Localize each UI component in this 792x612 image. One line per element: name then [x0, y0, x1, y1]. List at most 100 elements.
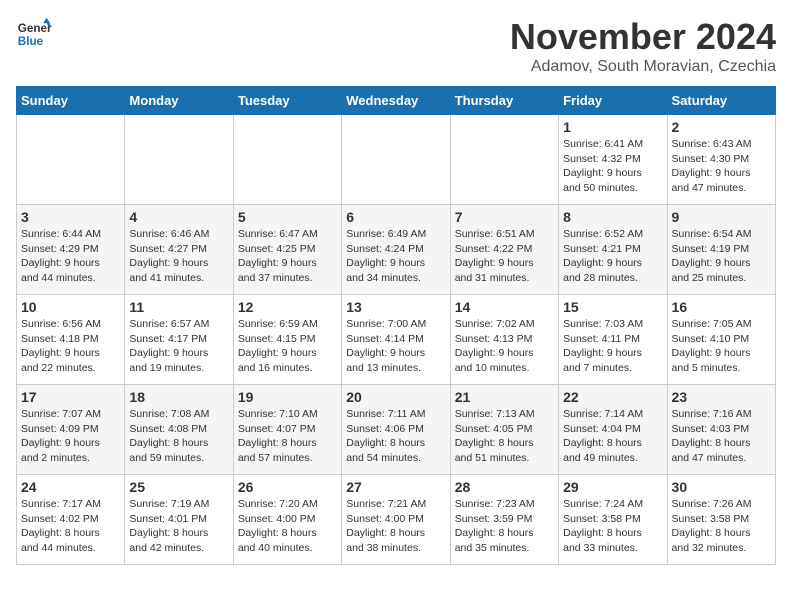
day-number: 9 — [672, 209, 771, 225]
day-info: Sunrise: 6:46 AM Sunset: 4:27 PM Dayligh… — [129, 227, 228, 286]
calendar-cell — [17, 115, 125, 205]
day-number: 15 — [563, 299, 662, 315]
day-number: 5 — [238, 209, 337, 225]
header: General Blue November 2024 Adamov, South… — [16, 16, 776, 76]
day-number: 28 — [455, 479, 554, 495]
calendar-cell: 10Sunrise: 6:56 AM Sunset: 4:18 PM Dayli… — [17, 295, 125, 385]
day-number: 12 — [238, 299, 337, 315]
day-number: 2 — [672, 119, 771, 135]
calendar-cell: 14 Sunrise: 7:02 AM Sunset: 4:13 PM Dayli… — [450, 295, 558, 385]
weekday-header: Saturday — [667, 87, 775, 115]
day-info: Sunrise: 7:00 AM Sunset: 4:14 PM Dayligh… — [346, 317, 445, 376]
svg-text:Blue: Blue — [18, 35, 44, 48]
calendar-cell — [450, 115, 558, 205]
calendar-cell: 12 Sunrise: 6:59 AM Sunset: 4:15 PM Dayli… — [233, 295, 341, 385]
day-number: 7 — [455, 209, 554, 225]
calendar-cell: 21 Sunrise: 7:13 AM Sunset: 4:05 PM Dayli… — [450, 385, 558, 475]
day-number: 8 — [563, 209, 662, 225]
day-info: Sunrise: 7:13 AM Sunset: 4:05 PM Dayligh… — [455, 407, 554, 466]
day-number: 21 — [455, 389, 554, 405]
calendar-cell: 1Sunrise: 6:41 AM Sunset: 4:32 PM Daylig… — [559, 115, 667, 205]
day-info: Sunrise: 7:17 AM Sunset: 4:02 PM Dayligh… — [21, 497, 120, 556]
calendar-cell: 29 Sunrise: 7:24 AM Sunset: 3:58 PM Dayli… — [559, 475, 667, 565]
weekday-header: Tuesday — [233, 87, 341, 115]
day-number: 29 — [563, 479, 662, 495]
calendar-cell — [233, 115, 341, 205]
calendar-cell: 11Sunrise: 6:57 AM Sunset: 4:17 PM Dayli… — [125, 295, 233, 385]
calendar-cell: 27 Sunrise: 7:21 AM Sunset: 4:00 PM Dayli… — [342, 475, 450, 565]
weekday-header-row: SundayMondayTuesdayWednesdayThursdayFrid… — [17, 87, 776, 115]
day-info: Sunrise: 6:51 AM Sunset: 4:22 PM Dayligh… — [455, 227, 554, 286]
calendar-cell: 25 Sunrise: 7:19 AM Sunset: 4:01 PM Dayli… — [125, 475, 233, 565]
calendar-cell: 30 Sunrise: 7:26 AM Sunset: 3:58 PM Dayli… — [667, 475, 775, 565]
day-info: Sunrise: 6:47 AM Sunset: 4:25 PM Dayligh… — [238, 227, 337, 286]
day-info: Sunrise: 6:43 AM Sunset: 4:30 PM Dayligh… — [672, 137, 771, 196]
calendar-cell: 7 Sunrise: 6:51 AM Sunset: 4:22 PM Daylig… — [450, 205, 558, 295]
calendar-cell: 18Sunrise: 7:08 AM Sunset: 4:08 PM Dayli… — [125, 385, 233, 475]
calendar-cell: 17 Sunrise: 7:07 AM Sunset: 4:09 PM Dayli… — [17, 385, 125, 475]
day-number: 17 — [21, 389, 120, 405]
location-title: Adamov, South Moravian, Czechia — [510, 58, 776, 76]
calendar-cell: 16 Sunrise: 7:05 AM Sunset: 4:10 PM Dayli… — [667, 295, 775, 385]
day-info: Sunrise: 7:24 AM Sunset: 3:58 PM Dayligh… — [563, 497, 662, 556]
logo-icon: General Blue — [16, 16, 52, 52]
day-info: Sunrise: 6:52 AM Sunset: 4:21 PM Dayligh… — [563, 227, 662, 286]
calendar-cell: 2 Sunrise: 6:43 AM Sunset: 4:30 PM Daylig… — [667, 115, 775, 205]
day-info: Sunrise: 7:14 AM Sunset: 4:04 PM Dayligh… — [563, 407, 662, 466]
day-number: 23 — [672, 389, 771, 405]
day-number: 16 — [672, 299, 771, 315]
day-number: 13 — [346, 299, 445, 315]
calendar-cell: 4 Sunrise: 6:46 AM Sunset: 4:27 PM Daylig… — [125, 205, 233, 295]
calendar-cell: 13 Sunrise: 7:00 AM Sunset: 4:14 PM Dayli… — [342, 295, 450, 385]
calendar-week-row: 17 Sunrise: 7:07 AM Sunset: 4:09 PM Dayli… — [17, 385, 776, 475]
day-info: Sunrise: 6:54 AM Sunset: 4:19 PM Dayligh… — [672, 227, 771, 286]
day-info: Sunrise: 7:07 AM Sunset: 4:09 PM Dayligh… — [21, 407, 120, 466]
day-number: 4 — [129, 209, 228, 225]
calendar-week-row: 24 Sunrise: 7:17 AM Sunset: 4:02 PM Dayli… — [17, 475, 776, 565]
calendar-cell: 9 Sunrise: 6:54 AM Sunset: 4:19 PM Daylig… — [667, 205, 775, 295]
day-number: 14 — [455, 299, 554, 315]
calendar-week-row: 10Sunrise: 6:56 AM Sunset: 4:18 PM Dayli… — [17, 295, 776, 385]
calendar-cell: 5 Sunrise: 6:47 AM Sunset: 4:25 PM Daylig… — [233, 205, 341, 295]
day-number: 3 — [21, 209, 120, 225]
calendar-week-row: 3Sunrise: 6:44 AM Sunset: 4:29 PM Daylig… — [17, 205, 776, 295]
day-info: Sunrise: 6:59 AM Sunset: 4:15 PM Dayligh… — [238, 317, 337, 376]
calendar-cell — [342, 115, 450, 205]
day-number: 19 — [238, 389, 337, 405]
calendar-cell — [125, 115, 233, 205]
day-info: Sunrise: 7:10 AM Sunset: 4:07 PM Dayligh… — [238, 407, 337, 466]
calendar-cell: 6Sunrise: 6:49 AM Sunset: 4:24 PM Daylig… — [342, 205, 450, 295]
day-number: 25 — [129, 479, 228, 495]
title-block: November 2024 Adamov, South Moravian, Cz… — [510, 16, 776, 76]
svg-text:General: General — [18, 22, 52, 35]
calendar-cell: 24 Sunrise: 7:17 AM Sunset: 4:02 PM Dayli… — [17, 475, 125, 565]
day-number: 20 — [346, 389, 445, 405]
day-number: 26 — [238, 479, 337, 495]
day-number: 24 — [21, 479, 120, 495]
calendar-cell: 26 Sunrise: 7:20 AM Sunset: 4:00 PM Dayli… — [233, 475, 341, 565]
day-number: 30 — [672, 479, 771, 495]
day-number: 10 — [21, 299, 120, 315]
calendar-cell: 20 Sunrise: 7:11 AM Sunset: 4:06 PM Dayli… — [342, 385, 450, 475]
day-info: Sunrise: 6:57 AM Sunset: 4:17 PM Dayligh… — [129, 317, 228, 376]
month-title: November 2024 — [510, 16, 776, 58]
day-info: Sunrise: 7:05 AM Sunset: 4:10 PM Dayligh… — [672, 317, 771, 376]
day-info: Sunrise: 7:02 AM Sunset: 4:13 PM Dayligh… — [455, 317, 554, 376]
weekday-header: Monday — [125, 87, 233, 115]
weekday-header: Sunday — [17, 87, 125, 115]
day-info: Sunrise: 7:19 AM Sunset: 4:01 PM Dayligh… — [129, 497, 228, 556]
weekday-header: Wednesday — [342, 87, 450, 115]
day-number: 27 — [346, 479, 445, 495]
day-info: Sunrise: 7:20 AM Sunset: 4:00 PM Dayligh… — [238, 497, 337, 556]
weekday-header: Friday — [559, 87, 667, 115]
day-number: 22 — [563, 389, 662, 405]
calendar-cell: 8 Sunrise: 6:52 AM Sunset: 4:21 PM Daylig… — [559, 205, 667, 295]
logo: General Blue — [16, 16, 52, 52]
calendar-cell: 28Sunrise: 7:23 AM Sunset: 3:59 PM Dayli… — [450, 475, 558, 565]
day-info: Sunrise: 7:21 AM Sunset: 4:00 PM Dayligh… — [346, 497, 445, 556]
day-info: Sunrise: 7:03 AM Sunset: 4:11 PM Dayligh… — [563, 317, 662, 376]
day-info: Sunrise: 7:26 AM Sunset: 3:58 PM Dayligh… — [672, 497, 771, 556]
day-info: Sunrise: 7:11 AM Sunset: 4:06 PM Dayligh… — [346, 407, 445, 466]
weekday-header: Thursday — [450, 87, 558, 115]
calendar-cell: 15 Sunrise: 7:03 AM Sunset: 4:11 PM Dayli… — [559, 295, 667, 385]
